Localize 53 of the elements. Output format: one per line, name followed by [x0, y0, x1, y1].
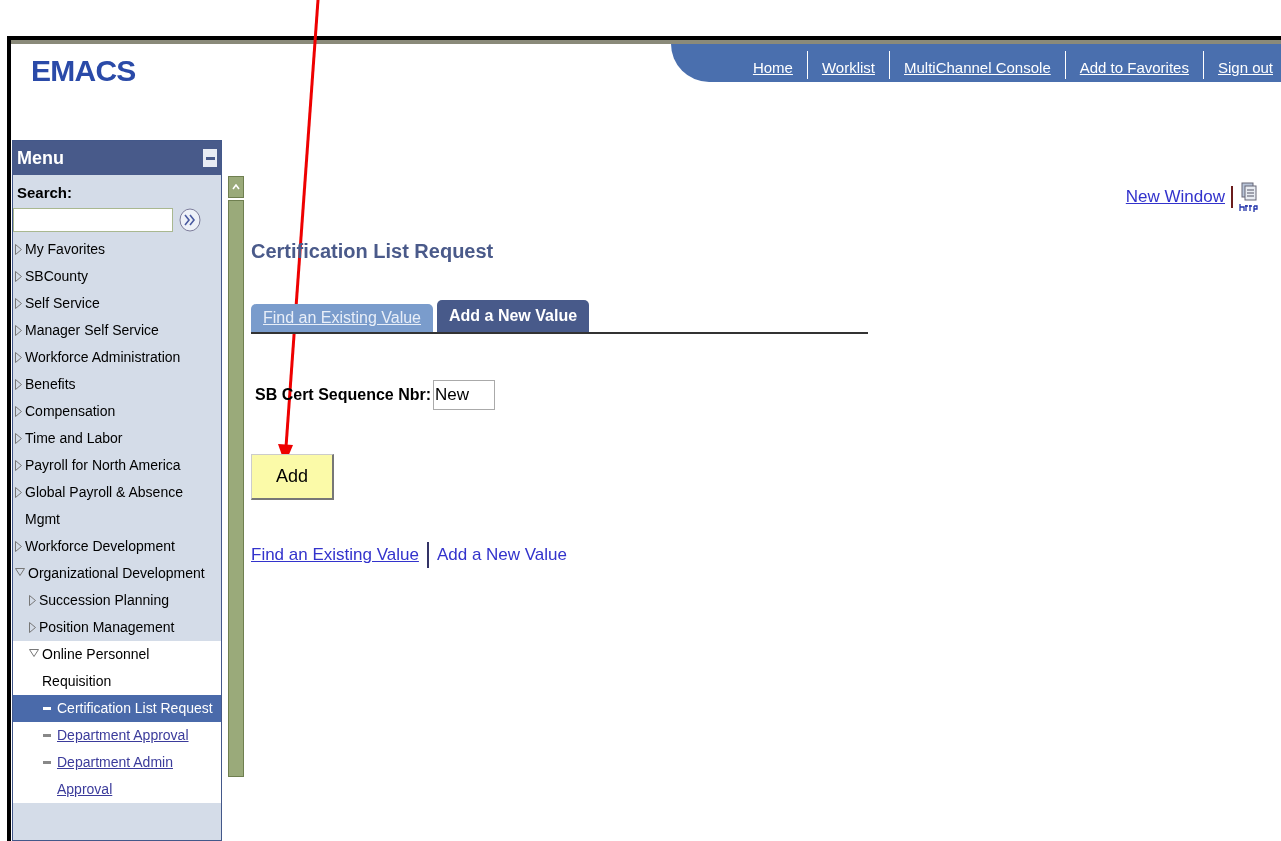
page-link[interactable]: Find an Existing Value [251, 542, 419, 568]
bullet-icon [43, 707, 51, 710]
bullet-icon [43, 761, 51, 764]
triangle-right-icon[interactable] [15, 406, 22, 417]
menu-folder[interactable]: Compensation [25, 398, 116, 425]
add-button[interactable]: Add [251, 454, 334, 500]
triangle-right-icon[interactable] [15, 460, 22, 471]
menu-folder[interactable]: Workforce Development [25, 533, 175, 560]
menu-folder[interactable]: Global Payroll & Absence Mgmt [25, 479, 221, 533]
menu-folder[interactable]: Manager Self Service [25, 317, 159, 344]
triangle-down-icon[interactable] [15, 568, 25, 576]
triangle-right-icon[interactable] [15, 379, 22, 390]
logo: EMACS [31, 54, 136, 87]
header-nav-link[interactable]: Home [746, 56, 799, 79]
triangle-right-icon[interactable] [15, 271, 22, 282]
menu-folder[interactable]: My Favorites [25, 236, 106, 263]
collapse-icon[interactable] [203, 149, 217, 167]
scroll-up-button[interactable] [228, 176, 244, 198]
triangle-right-icon[interactable] [15, 541, 22, 552]
triangle-right-icon[interactable] [15, 352, 22, 363]
menu-folder[interactable]: Succession Planning [39, 587, 169, 614]
header-nav-link[interactable]: Worklist [815, 56, 881, 79]
go-icon[interactable] [179, 208, 201, 232]
menu-folder[interactable]: Self Service [25, 290, 100, 317]
triangle-right-icon[interactable] [15, 325, 22, 336]
header-nav-link[interactable]: Sign out [1211, 56, 1279, 79]
menu-folder[interactable]: Workforce Administration [25, 344, 181, 371]
menu-title: Menu [17, 146, 64, 170]
triangle-right-icon[interactable] [15, 433, 22, 444]
new-window-link[interactable]: New Window [1125, 184, 1225, 210]
search-field[interactable] [13, 208, 173, 232]
menu-folder[interactable]: Payroll for North America [25, 452, 181, 479]
menu-folder[interactable]: Time and Labor [25, 425, 123, 452]
bullet-icon [43, 734, 51, 737]
http-document-icon[interactable] [1239, 182, 1259, 212]
search-label: Search: [17, 184, 73, 201]
triangle-right-icon[interactable] [15, 244, 22, 255]
tab[interactable]: Add a New Value [437, 300, 590, 332]
cert-sequence-field[interactable]: New [433, 380, 496, 410]
page-link[interactable]: Add a New Value [436, 542, 567, 568]
triangle-down-icon[interactable] [29, 649, 39, 657]
triangle-right-icon[interactable] [15, 298, 22, 309]
triangle-right-icon[interactable] [15, 487, 22, 498]
menu-folder[interactable]: Benefits [25, 371, 76, 398]
menu-folder[interactable]: Organizational Development [28, 560, 205, 587]
menu-folder[interactable]: SBCounty [25, 263, 89, 290]
header-nav-link[interactable]: Add to Favorites [1073, 56, 1195, 79]
header-nav-link[interactable]: MultiChannel Console [898, 56, 1057, 79]
triangle-right-icon[interactable] [29, 622, 36, 633]
caret-up-icon [232, 184, 240, 190]
menu-folder[interactable]: Position Management [39, 614, 175, 641]
triangle-right-icon[interactable] [29, 595, 36, 606]
scrollbar-thumb[interactable] [228, 200, 244, 777]
